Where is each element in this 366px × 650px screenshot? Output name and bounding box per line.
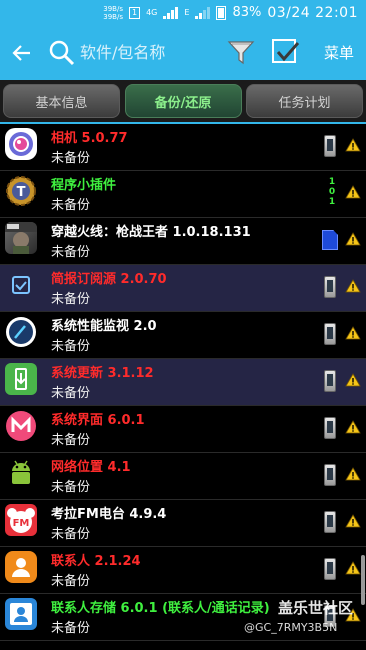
contacts-storage-icon [5, 598, 37, 630]
list-item[interactable]: 穿越火线：枪战王者 1.0.18.131 未备份 [0, 218, 366, 265]
phone-storage-icon [324, 511, 336, 533]
android-icon [5, 457, 37, 489]
tab-schedule[interactable]: 任务计划 [246, 84, 363, 118]
phone-storage-icon [324, 276, 336, 298]
svg-text:FM: FM [13, 518, 30, 529]
sim-indicator: 1 [128, 6, 141, 19]
crossfire-game-icon [5, 222, 37, 254]
search-icon[interactable] [44, 25, 80, 80]
battery-percent: 83% [232, 5, 262, 20]
backup-status: 未备份 [51, 433, 91, 448]
phone-storage-icon [324, 464, 336, 486]
clock: 03/24 22:01 [267, 4, 358, 21]
backup-status: 未备份 [51, 574, 91, 589]
signal2-icon [195, 6, 211, 19]
battery-icon [216, 5, 227, 20]
app-name: 联系人 2.1.24 [51, 554, 141, 569]
list-item[interactable]: 联系人 2.1.24 未备份 [0, 547, 366, 594]
watermark-user: @GC_7RMY3B5N [244, 621, 338, 634]
app-name: 系统界面 6.0.1 [51, 413, 145, 428]
action-bar: 菜单 [0, 25, 366, 80]
app-name: 考拉FM电台 4.9.4 [51, 507, 167, 522]
backup-status: 未备份 [51, 198, 91, 213]
warning-icon [345, 279, 361, 293]
tab-basic-info[interactable]: 基本信息 [3, 84, 120, 118]
phone-storage-icon [324, 370, 336, 392]
warning-icon [345, 561, 361, 575]
checkbox-app-icon [5, 269, 37, 301]
back-arrow-icon [12, 44, 30, 61]
app-name: 网络位置 4.1 [51, 460, 131, 475]
list-item[interactable]: 系统性能监视 2.0 未备份 [0, 312, 366, 359]
net-up-speed: 39B/s [103, 4, 123, 13]
signal-icon [163, 6, 179, 19]
watermark-title: 盖乐世社区 [278, 599, 354, 617]
list-item[interactable]: 系统更新 3.1.12 未备份 [0, 359, 366, 406]
app-name: 简报订阅源 2.0.70 [51, 272, 167, 287]
performance-monitor-icon [5, 316, 37, 348]
backup-status: 未备份 [51, 480, 91, 495]
app-name: 系统性能监视 2.0 [51, 319, 157, 334]
app-name: 系统更新 3.1.12 [51, 366, 154, 381]
backup-status: 未备份 [51, 621, 91, 636]
select-all-icon[interactable] [270, 37, 300, 67]
backup-status: 未备份 [51, 527, 91, 542]
warning-icon [345, 326, 361, 340]
list-item[interactable]: FM 考拉FM电台 4.9.4 未备份 [0, 500, 366, 547]
tab-backup-restore[interactable]: 备份/还原 [124, 84, 242, 118]
menu-button[interactable]: 菜单 [324, 42, 354, 63]
network-speed: 39B/s 39B/s [103, 5, 123, 21]
phone-storage-icon [324, 323, 336, 345]
phone-storage-icon [324, 135, 336, 157]
svg-text:T: T [17, 185, 26, 200]
backup-status: 未备份 [51, 245, 91, 260]
filter-icon[interactable] [226, 37, 256, 67]
app-name: 程序小插件 [51, 178, 117, 193]
backup-status: 未备份 [51, 151, 91, 166]
camera-app-icon [5, 128, 37, 160]
gear-t-app-icon: T [5, 175, 37, 207]
backup-status: 未备份 [51, 386, 91, 401]
signal2-type: E [184, 8, 190, 17]
warning-icon [345, 185, 361, 199]
list-item[interactable]: 系统界面 6.0.1 未备份 [0, 406, 366, 453]
phone-storage-icon [324, 417, 336, 439]
tab-bar: 基本信息 备份/还原 任务计划 [0, 80, 366, 124]
app-name: 穿越火线：枪战王者 1.0.18.131 [51, 225, 251, 240]
list-item[interactable]: 简报订阅源 2.0.70 未备份 [0, 265, 366, 312]
backup-status: 未备份 [51, 292, 91, 307]
warning-icon [345, 514, 361, 528]
warning-icon [345, 138, 361, 152]
backup-status: 未备份 [51, 339, 91, 354]
app-name: 相机 5.0.77 [51, 131, 128, 146]
system-ui-icon [5, 410, 37, 442]
net-down-speed: 39B/s [103, 12, 123, 21]
list-item[interactable]: 相机 5.0.77 未备份 [0, 124, 366, 171]
warning-icon [345, 232, 361, 246]
warning-icon [345, 420, 361, 434]
back-button[interactable] [0, 25, 44, 80]
app-list[interactable]: 相机 5.0.77 未备份 T 程序小插件 未备份 101 穿越火线：枪战王者 … [0, 124, 366, 650]
app-name: 联系人存储 6.0.1 (联系人/通话记录) [51, 601, 270, 616]
network-type: 4G [146, 8, 158, 17]
phone-storage-icon [324, 558, 336, 580]
search-input[interactable] [80, 37, 220, 68]
warning-icon [345, 467, 361, 481]
binary-icon: 101 [328, 177, 336, 207]
list-item[interactable]: 网络位置 4.1 未备份 [0, 453, 366, 500]
list-scrollbar[interactable] [361, 555, 365, 605]
contacts-icon [5, 551, 37, 583]
status-bar: 39B/s 39B/s 1 4G E 83% 03/24 22:01 [0, 0, 366, 25]
koala-fm-icon: FM [5, 504, 37, 536]
system-update-icon [5, 363, 37, 395]
sd-card-icon [322, 230, 338, 250]
list-item[interactable]: T 程序小插件 未备份 101 [0, 171, 366, 218]
warning-icon [345, 373, 361, 387]
